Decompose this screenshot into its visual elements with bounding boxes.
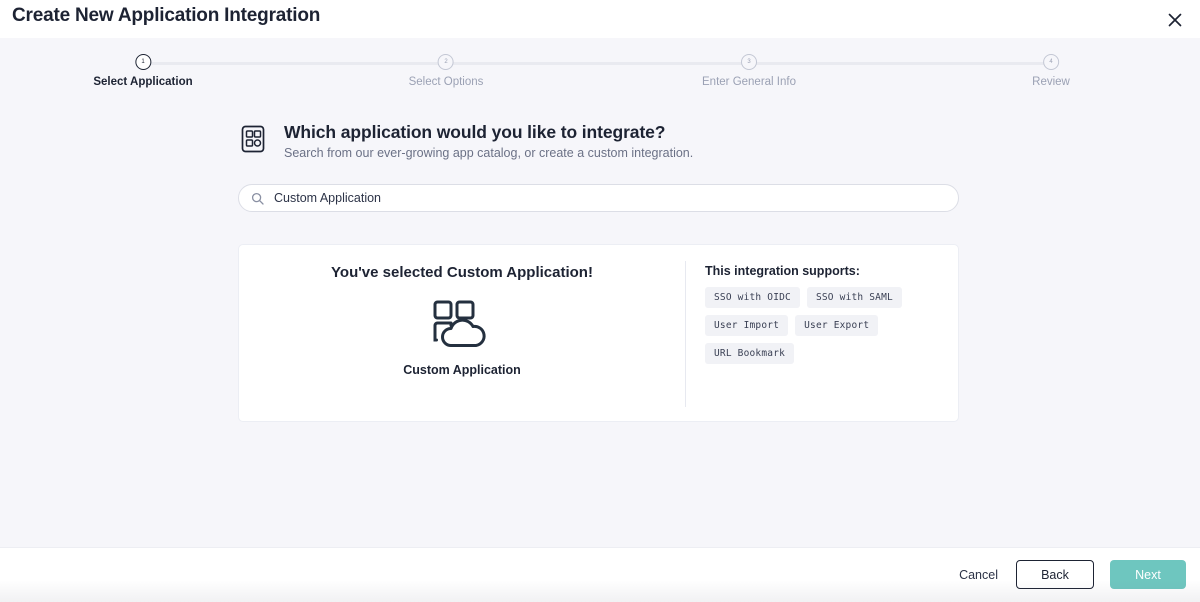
- capability-badge: SSO with OIDC: [705, 287, 800, 308]
- selected-application-name: Custom Application: [403, 363, 521, 377]
- integration-supports-section: This integration supports: SSO with OIDC…: [705, 264, 949, 364]
- wizard-stepper: 1 Select Application 2 Select Options 3 …: [0, 38, 1200, 100]
- back-button[interactable]: Back: [1016, 560, 1094, 589]
- prompt-text: Which application would you like to inte…: [284, 122, 693, 161]
- stepper-step-select-options[interactable]: 2 Select Options: [409, 54, 484, 88]
- custom-application-cloud-icon: [431, 299, 493, 349]
- footer-actions: Cancel Back Next: [957, 560, 1186, 589]
- modal-footer: Cancel Back Next: [0, 547, 1200, 602]
- capability-badge: User Import: [705, 315, 788, 336]
- prompt-heading: Which application would you like to inte…: [284, 122, 693, 142]
- app-grid-icon: [238, 124, 268, 154]
- capability-badge: User Export: [795, 315, 878, 336]
- card-divider: [685, 261, 686, 407]
- page-title: Create New Application Integration: [12, 5, 320, 27]
- stepper-step-enter-general-info[interactable]: 3 Enter General Info: [702, 54, 796, 88]
- application-search-box[interactable]: [238, 184, 959, 212]
- step-label: Enter General Info: [702, 76, 796, 88]
- capability-badge: URL Bookmark: [705, 343, 794, 364]
- capability-badge: SSO with SAML: [807, 287, 902, 308]
- step-label: Select Application: [93, 76, 192, 88]
- modal-titlebar: Create New Application Integration: [0, 0, 1200, 38]
- next-button[interactable]: Next: [1110, 560, 1186, 589]
- prompt-section: Which application would you like to inte…: [238, 122, 693, 161]
- stepper-step-review[interactable]: 4 Review: [1032, 54, 1070, 88]
- selected-application-summary: You've selected Custom Application! Cust…: [239, 245, 685, 423]
- prompt-subheading: Search from our ever-growing app catalog…: [284, 145, 693, 161]
- close-icon[interactable]: [1164, 9, 1186, 31]
- search-icon: [251, 192, 264, 205]
- step-number-badge: 1: [135, 54, 151, 70]
- modal-screen: Create New Application Integration 1 Sel…: [0, 0, 1200, 602]
- step-number-badge: 2: [438, 54, 454, 70]
- cancel-button[interactable]: Cancel: [957, 568, 1000, 582]
- stepper-track: [143, 62, 1051, 65]
- step-number-badge: 4: [1043, 54, 1059, 70]
- integration-supports-title: This integration supports:: [705, 264, 949, 278]
- selected-application-card: You've selected Custom Application! Cust…: [238, 244, 959, 422]
- step-label: Select Options: [409, 76, 484, 88]
- selected-application-title: You've selected Custom Application!: [331, 264, 593, 281]
- integration-capability-badges: SSO with OIDC SSO with SAML User Import …: [705, 287, 949, 364]
- search-input[interactable]: [274, 191, 946, 205]
- step-number-badge: 3: [741, 54, 757, 70]
- stepper-step-select-application[interactable]: 1 Select Application: [93, 54, 192, 88]
- step-label: Review: [1032, 76, 1070, 88]
